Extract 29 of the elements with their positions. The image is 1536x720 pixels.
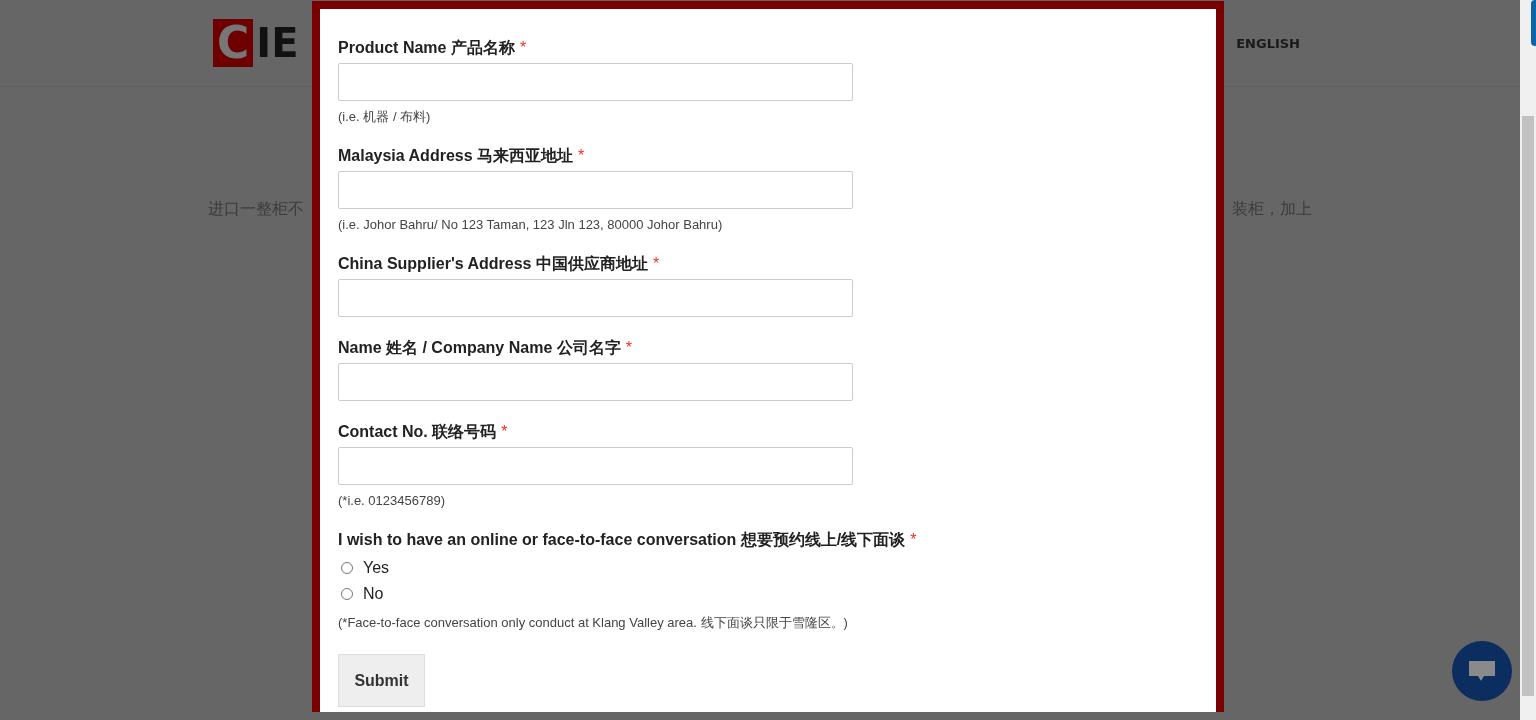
- input-field[interactable]: [338, 171, 853, 209]
- chat-bubble-icon: [1467, 659, 1497, 683]
- input-field[interactable]: [338, 279, 853, 317]
- submit-button[interactable]: Submit: [338, 654, 425, 707]
- required-mark: *: [910, 531, 917, 548]
- field-hint: (*Face-to-face conversation only conduct at Klang Valley area. 线下面谈只限于雪隆区。): [338, 615, 849, 631]
- scrollbar[interactable]: [1520, 0, 1536, 720]
- field-hint: (*i.e. 0123456789): [338, 493, 446, 509]
- field-label: Malaysia Address 马来西亚地址: [338, 147, 574, 164]
- field-label: I wish to have an online or face-to-face conversation 想要预约线上/线下面谈: [338, 531, 906, 548]
- required-mark: *: [625, 339, 632, 356]
- input-field[interactable]: [338, 363, 853, 401]
- field-label: Name 姓名 / Company Name 公司名字: [338, 339, 621, 356]
- field-label: China Supplier's Address 中国供应商地址: [338, 255, 648, 272]
- required-mark: *: [652, 255, 660, 272]
- scrollbar-thumb[interactable]: [1522, 116, 1534, 696]
- field-label: Product Name 产品名称: [338, 39, 515, 56]
- required-mark: *: [519, 39, 527, 56]
- field-label: Contact No. 联络号码: [338, 423, 497, 440]
- edge-tab[interactable]: [1531, 0, 1536, 46]
- input-field[interactable]: [338, 63, 853, 101]
- radio-label[interactable]: No: [363, 585, 384, 603]
- field-hint: (i.e. Johor Bahru/ No 123 Taman, 123 Jln 123, 80000 Johor Bahru): [338, 217, 724, 233]
- field-hint: (i.e. 机器 / 布料): [338, 109, 432, 125]
- required-mark: *: [578, 147, 585, 164]
- input-field[interactable]: [338, 447, 853, 485]
- chat-button[interactable]: [1452, 641, 1512, 701]
- required-mark: *: [501, 423, 508, 440]
- radio-label[interactable]: Yes: [363, 559, 390, 577]
